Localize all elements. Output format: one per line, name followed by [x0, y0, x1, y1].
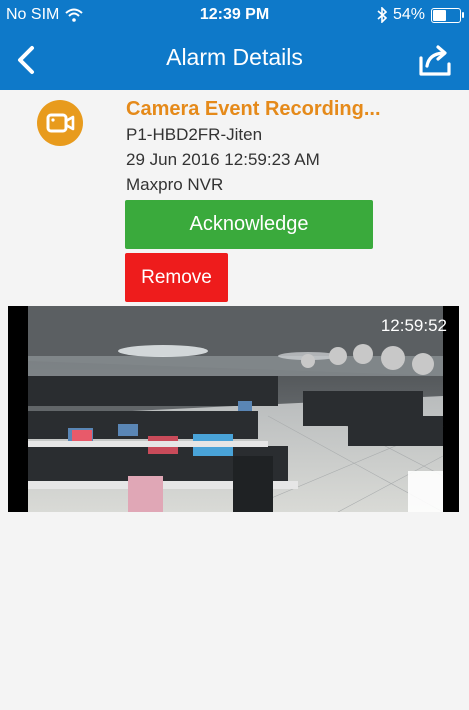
battery-fill	[433, 9, 446, 21]
alarm-type-badge	[37, 100, 83, 146]
battery-icon	[431, 7, 464, 23]
nav-bar: Alarm Details	[0, 28, 469, 90]
remove-button[interactable]: Remove	[125, 253, 228, 302]
video-camera-icon	[46, 113, 75, 133]
status-right: 54%	[377, 6, 464, 24]
alarm-source: Maxpro NVR	[126, 175, 224, 194]
status-bar: No SIM 12:39 PM 54%	[0, 0, 469, 28]
share-button[interactable]	[415, 40, 455, 80]
acknowledge-button[interactable]: Acknowledge	[125, 200, 373, 249]
camera-feed-image	[8, 306, 459, 512]
bluetooth-icon	[377, 7, 387, 23]
share-icon	[419, 45, 451, 76]
alarm-info: Camera Event Recording... P1-HBD2FR-Jite…	[126, 96, 456, 197]
alarm-device: P1-HBD2FR-Jiten	[126, 125, 263, 144]
video-player[interactable]: 12:59:52	[8, 306, 459, 512]
app-header: No SIM 12:39 PM 54% Alarm Details	[0, 0, 469, 90]
battery-percent: 54%	[392, 6, 425, 23]
page-title: Alarm Details	[166, 44, 303, 70]
battery-tip	[462, 11, 464, 18]
alarm-datetime: 29 Jun 2016 12:59:23 AM	[126, 150, 320, 169]
video-timestamp: 12:59:52	[380, 316, 447, 335]
alarm-title: Camera Event Recording...	[126, 98, 381, 120]
